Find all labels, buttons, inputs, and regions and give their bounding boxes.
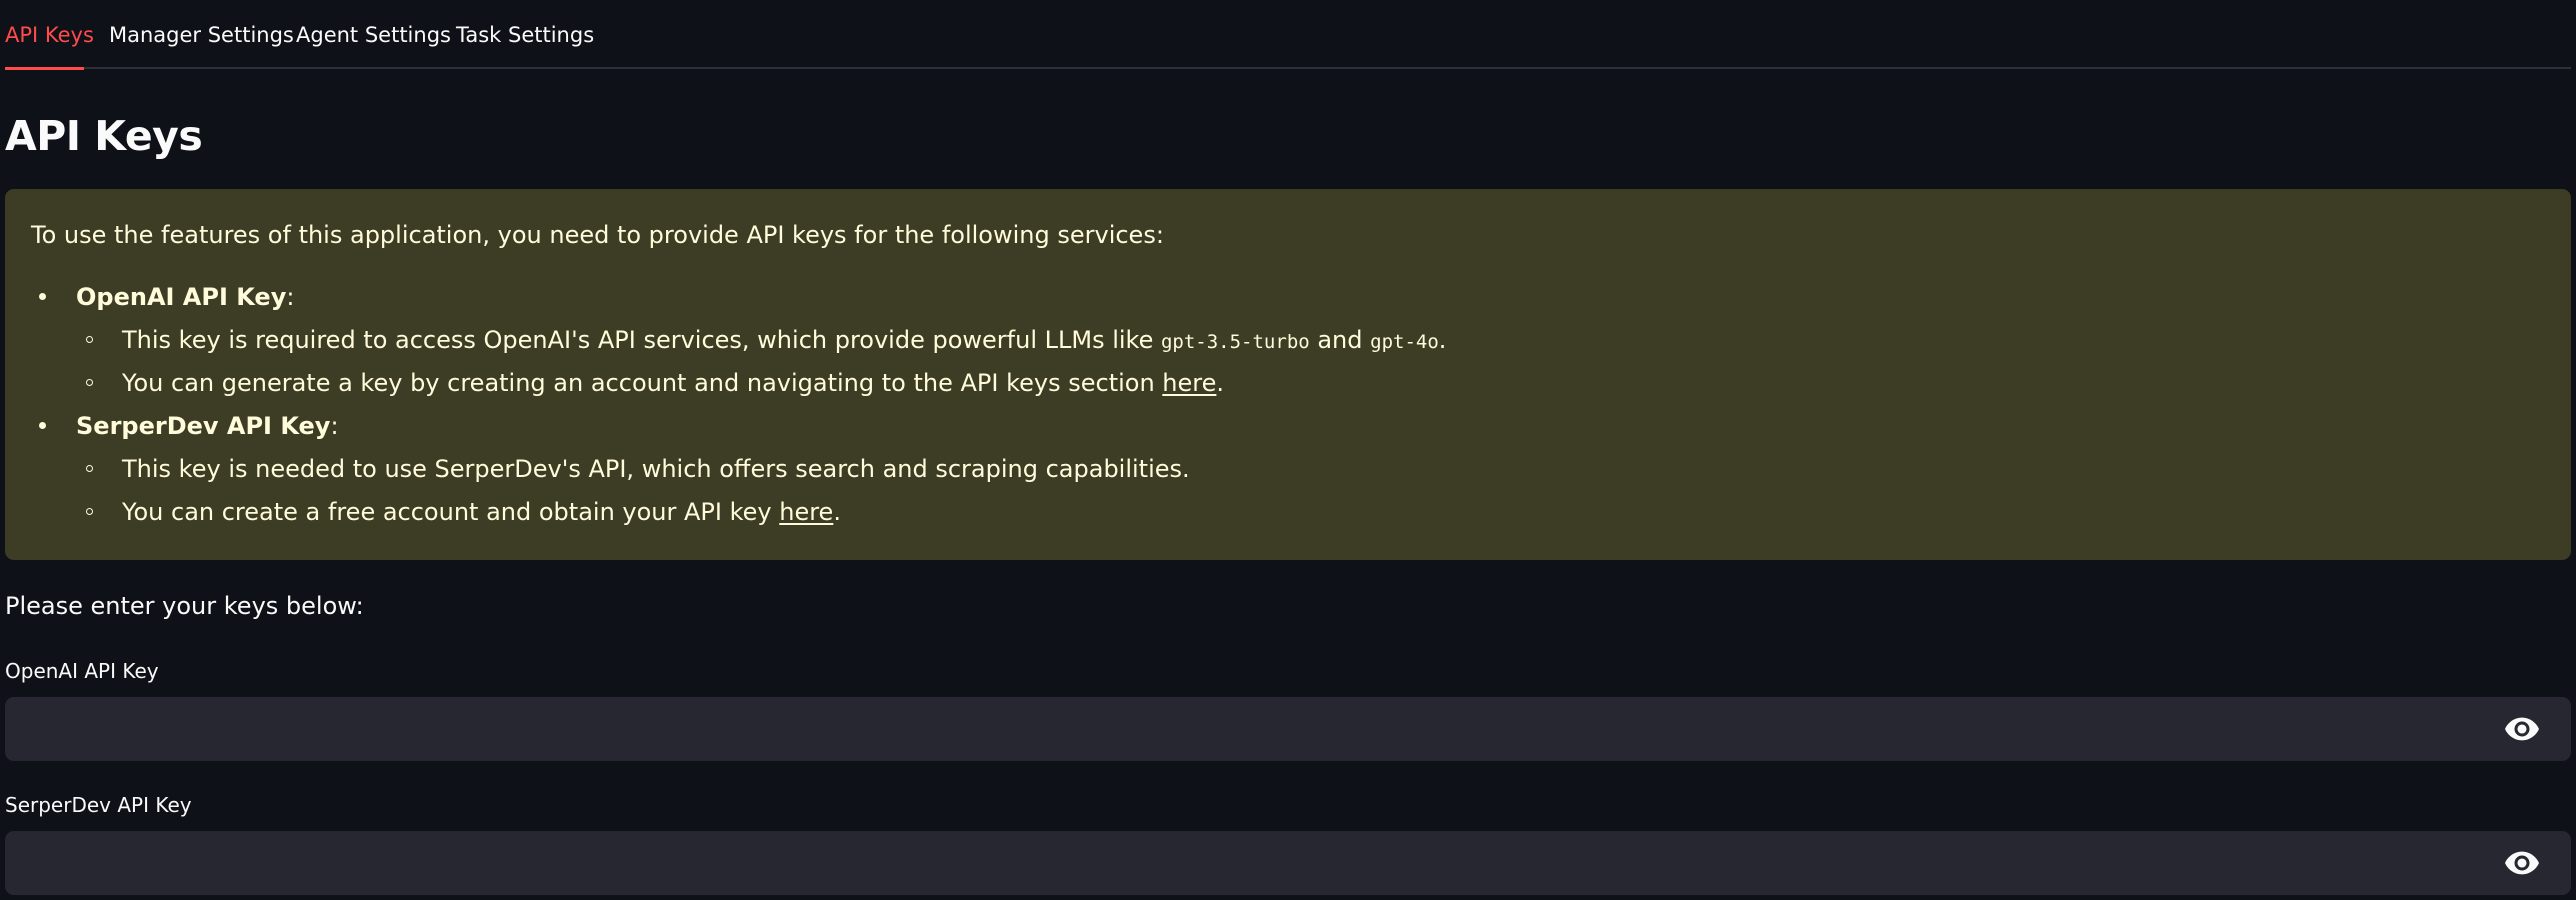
openai-line-1-and: and [1309,326,1371,354]
openai-key-field [5,697,2571,761]
bullet-circle-icon [86,465,93,472]
openai-key-input[interactable] [5,697,2485,761]
serper-here-link[interactable]: here [779,498,833,526]
model-code-gpt4o: gpt-4o [1370,331,1439,353]
keys-prompt: Please enter your keys below: [5,592,364,620]
serper-key-field [5,831,2571,895]
tab-agent-settings[interactable]: Agent Settings [296,0,451,69]
serper-line-2: You can create a free account and obtain… [122,496,841,528]
bullet-dot-icon [39,293,46,300]
openai-heading-title: OpenAI API Key [76,283,287,311]
openai-line-1-period: . [1438,326,1447,354]
bullet-dot-icon [39,422,46,429]
serper-heading-title: SerperDev API Key [76,412,331,440]
serper-key-label: SerperDev API Key [5,793,192,817]
app-page: API Keys Manager Settings Agent Settings… [0,0,2576,900]
tab-bar: API Keys Manager Settings Agent Settings… [5,0,2571,70]
openai-heading-colon: : [286,283,295,311]
bullet-circle-icon [86,336,93,343]
page-title: API Keys [5,112,203,160]
eye-icon[interactable] [2505,851,2539,875]
serper-key-input[interactable] [5,831,2485,895]
openai-line-1-text: This key is required to access OpenAI's … [122,326,1161,354]
serper-line-2-period: . [833,498,841,526]
openai-key-label: OpenAI API Key [5,659,159,683]
active-tab-indicator [5,67,84,70]
info-intro: To use the features of this application,… [31,221,1164,249]
model-code-gpt35: gpt-3.5-turbo [1160,331,1310,353]
serper-line-2-text: You can create a free account and obtain… [122,498,780,526]
openai-line-2-period: . [1216,369,1225,397]
openai-heading: OpenAI API Key: [76,281,294,313]
eye-icon[interactable] [2505,717,2539,741]
bullet-circle-icon [86,508,93,515]
tab-task-settings[interactable]: Task Settings [456,0,594,69]
serper-line-1: This key is needed to use SerperDev's AP… [122,455,1190,483]
info-callout: To use the features of this application,… [5,189,2571,560]
tab-manager-settings[interactable]: Manager Settings [109,0,294,69]
serper-heading: SerperDev API Key: [76,410,339,442]
bullet-circle-icon [86,379,93,386]
openai-line-1: This key is required to access OpenAI's … [122,324,1446,358]
openai-here-link[interactable]: here [1162,369,1216,397]
serper-heading-colon: : [330,412,339,440]
openai-line-2-text: You can generate a key by creating an ac… [122,369,1163,397]
openai-line-2: You can generate a key by creating an ac… [122,367,1224,399]
tab-api-keys[interactable]: API Keys [5,0,94,69]
